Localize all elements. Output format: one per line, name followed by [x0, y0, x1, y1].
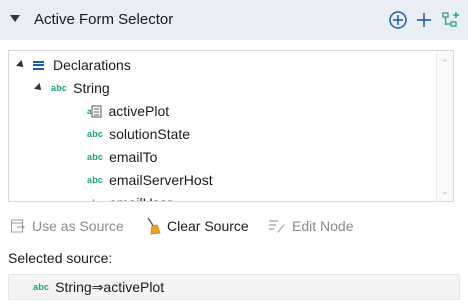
edit-node-button[interactable]: Edit Node — [268, 216, 353, 236]
source-toolbar: Use as Source Clear Source Edit Node — [0, 210, 468, 240]
tree-node-activeplot[interactable]: a activePlot — [87, 100, 169, 122]
collapse-caret-icon[interactable] — [10, 15, 20, 22]
expand-arrow-icon[interactable] — [16, 60, 26, 70]
tree-node-label: emailUser — [109, 195, 172, 201]
tree-node-solutionstate[interactable]: abc solutionState — [87, 123, 190, 145]
selected-source-label: Selected source: — [8, 250, 113, 266]
declarations-list-icon — [33, 60, 44, 70]
string-type-icon: abc — [87, 152, 104, 162]
section-header[interactable]: Active Form Selector — [0, 0, 468, 40]
tree-node-emailserverhost[interactable]: abc emailServerHost — [87, 169, 213, 191]
string-form-icon: a — [87, 105, 102, 118]
use-as-source-button[interactable]: Use as Source — [10, 216, 124, 236]
tree-node-declarations[interactable]: Declarations — [16, 54, 131, 76]
tree-node-label: String — [73, 80, 110, 96]
tree-node-label: activePlot — [108, 103, 170, 119]
string-type-icon: abc — [87, 198, 103, 201]
use-as-source-label: Use as Source — [32, 218, 124, 234]
selected-source-field[interactable]: abc String⇒activePlot — [8, 274, 460, 300]
tree-node-string[interactable]: abc String — [34, 77, 110, 99]
add-tree-node-button[interactable] — [440, 8, 464, 32]
add-circle-button[interactable] — [386, 8, 410, 32]
string-type-icon: abc — [87, 175, 104, 185]
clear-source-label: Clear Source — [167, 218, 249, 234]
string-type-icon: abc — [51, 83, 68, 93]
declarations-tree[interactable]: Declarations abc String a activePlot abc… — [8, 50, 454, 202]
plus-circle-icon — [389, 11, 407, 29]
use-source-icon — [11, 219, 26, 233]
tree-add-icon — [442, 12, 459, 27]
scroll-up-icon[interactable]: ⌃ — [441, 59, 449, 68]
string-type-icon: abc — [87, 129, 104, 139]
add-button[interactable] — [412, 8, 436, 32]
clear-source-button[interactable]: Clear Source — [145, 216, 249, 236]
vertical-scrollbar[interactable]: ⌃ ⌄ — [436, 51, 453, 201]
expand-arrow-icon[interactable] — [34, 83, 44, 93]
tree-node-label: solutionState — [109, 126, 191, 142]
tree-node-label: emailTo — [109, 149, 158, 165]
edit-node-icon — [269, 220, 285, 233]
edit-node-label: Edit Node — [292, 218, 354, 234]
section-title: Active Form Selector — [34, 11, 174, 28]
scroll-down-icon[interactable]: ⌄ — [441, 187, 449, 196]
tree-node-emailto[interactable]: abc emailTo — [87, 146, 157, 168]
tree-node-label: emailServerHost — [109, 172, 213, 188]
selected-source-value: String⇒activePlot — [55, 278, 165, 295]
tree-node-label: Declarations — [53, 57, 131, 73]
tree-node-emailuser[interactable]: abc emailUser — [87, 192, 172, 201]
broom-icon — [147, 217, 161, 235]
string-type-icon: abc — [33, 282, 50, 292]
plus-icon — [417, 13, 431, 27]
